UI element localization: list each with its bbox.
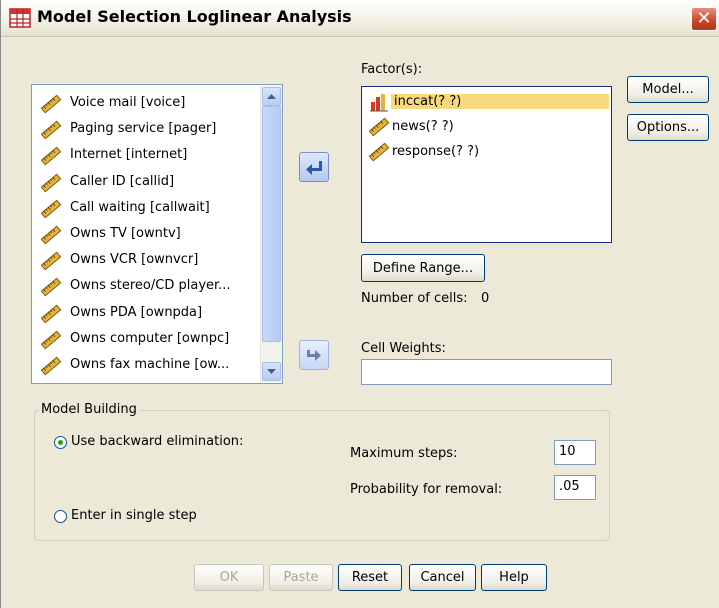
maximum-steps-label: Maximum steps:	[350, 446, 458, 461]
window-title: Model Selection Loglinear Analysis	[37, 7, 352, 26]
nominal-bar-chart-icon	[370, 94, 388, 112]
options-button[interactable]: Options...	[627, 114, 709, 141]
variable-list-item[interactable]: Owns VCR [ownvcr]	[38, 248, 258, 274]
variable-list-item[interactable]: Owns PDA [ownpda]	[38, 301, 258, 327]
variable-list-item[interactable]: Call waiting [callwait]	[38, 196, 258, 222]
source-variable-list[interactable]: Voice mail [voice] Paging service [pager…	[31, 84, 283, 384]
backward-elimination-label[interactable]: Use backward elimination:	[71, 434, 243, 449]
table-grid-icon	[9, 8, 31, 28]
scale-ruler-icon	[368, 117, 390, 137]
number-of-cells-value: 0	[481, 291, 490, 306]
scale-ruler-icon	[40, 330, 62, 350]
variable-list-item[interactable]: Owns fax machine [ow...	[38, 353, 258, 379]
factor-list-item[interactable]: response(? ?)	[366, 141, 609, 163]
cell-weights-label: Cell Weights:	[361, 341, 446, 356]
right-arrow-icon	[307, 350, 321, 361]
backward-elimination-radio[interactable]	[54, 436, 67, 449]
close-icon: ✕	[696, 8, 712, 29]
scroll-up-button[interactable]	[262, 87, 281, 106]
model-button[interactable]: Model...	[627, 76, 709, 103]
model-building-title: Model Building	[39, 402, 139, 417]
reset-button[interactable]: Reset	[338, 564, 402, 591]
variable-list-item[interactable]: Paging service [pager]	[38, 117, 258, 143]
factor-list-item[interactable]: inccat(? ?)	[366, 91, 609, 113]
left-arrow-icon	[306, 161, 322, 175]
variable-label: Owns PDA [ownpda]	[70, 304, 203, 320]
scroll-down-arrow-icon	[267, 369, 276, 374]
move-to-cell-weights-button[interactable]	[299, 340, 329, 370]
define-range-button[interactable]: Define Range...	[361, 254, 485, 282]
single-step-label[interactable]: Enter in single step	[71, 508, 197, 523]
variable-label: Paging service [pager]	[70, 121, 217, 137]
variable-list-item[interactable]: Caller ID [callid]	[38, 170, 258, 196]
variable-label: Owns computer [ownpc]	[70, 330, 230, 346]
scale-ruler-icon	[40, 356, 62, 376]
scale-ruler-icon	[40, 120, 62, 140]
variable-label: Voice mail [voice]	[70, 95, 186, 110]
variable-list-item[interactable]: Voice mail [voice]	[38, 91, 258, 117]
variable-label: Caller ID [callid]	[70, 173, 175, 189]
cancel-button[interactable]: Cancel	[409, 564, 476, 591]
scale-ruler-icon	[40, 199, 62, 219]
probability-removal-field[interactable]: .05	[554, 475, 596, 500]
variable-list-item[interactable]: Internet [internet]	[38, 143, 258, 169]
radio-selected-dot	[58, 440, 63, 445]
variable-label: Internet [internet]	[70, 147, 188, 163]
variable-label: Owns stereo/CD player...	[70, 278, 231, 294]
scroll-down-button[interactable]	[262, 362, 281, 381]
variable-list-item[interactable]: Owns stereo/CD player...	[38, 274, 258, 300]
variable-list-item[interactable]: Owns TV [owntv]	[38, 222, 258, 248]
scale-ruler-icon	[368, 142, 390, 162]
dialog-window: Model Selection Loglinear Analysis ✕ Voi…	[0, 0, 719, 608]
move-to-factors-button[interactable]	[299, 152, 329, 182]
factor-label: news(? ?)	[392, 119, 454, 134]
single-step-radio[interactable]	[54, 510, 67, 523]
factor-label: inccat(? ?)	[391, 94, 609, 109]
maximum-steps-field[interactable]: 10	[554, 440, 596, 465]
scale-ruler-icon	[40, 173, 62, 193]
factors-list[interactable]: inccat(? ?) news(? ?) response(? ?)	[361, 86, 612, 243]
variable-label: Owns TV [owntv]	[70, 226, 181, 241]
ok-button[interactable]: OK	[194, 564, 264, 591]
factor-label: response(? ?)	[392, 144, 480, 159]
number-of-cells-label: Number of cells:	[361, 291, 468, 306]
help-button[interactable]: Help	[481, 564, 547, 591]
scale-ruler-icon	[40, 94, 62, 114]
variable-list-scrollbar[interactable]	[260, 86, 282, 382]
variable-label: Owns VCR [ownvcr]	[70, 252, 199, 268]
scale-ruler-icon	[40, 304, 62, 324]
paste-button[interactable]: Paste	[269, 564, 333, 591]
probability-removal-label: Probability for removal:	[350, 482, 503, 497]
close-button[interactable]: ✕	[691, 7, 717, 31]
scale-ruler-icon	[40, 277, 62, 297]
scale-ruler-icon	[40, 225, 62, 245]
variable-label: Owns fax machine [ow...	[70, 357, 230, 372]
scale-ruler-icon	[40, 251, 62, 271]
title-bar[interactable]: Model Selection Loglinear Analysis ✕	[1, 0, 719, 37]
scroll-up-arrow-icon	[267, 94, 276, 99]
scale-ruler-icon	[40, 146, 62, 166]
factors-label: Factor(s):	[361, 62, 423, 77]
cell-weights-field[interactable]	[361, 359, 612, 385]
variable-list-item[interactable]: Owns computer [ownpc]	[38, 327, 258, 353]
scroll-thumb[interactable]	[262, 106, 281, 342]
factor-list-item[interactable]: news(? ?)	[366, 116, 609, 138]
variable-label: Call waiting [callwait]	[70, 199, 210, 215]
